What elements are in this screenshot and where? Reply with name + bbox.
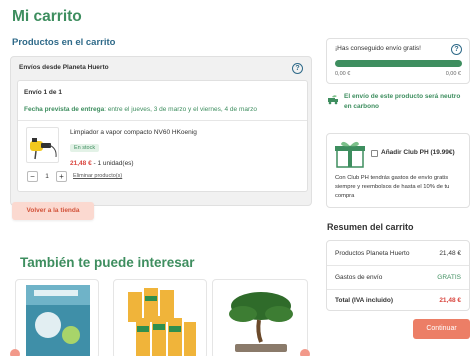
back-to-store-button[interactable]: Volver a la tienda	[12, 202, 94, 220]
free-shipping-box: ¡Has conseguido envío gratis! ? 0,00 € 0…	[326, 38, 470, 84]
help-icon[interactable]: ?	[451, 44, 462, 55]
progress-max-label: 0,00 €	[445, 71, 461, 77]
continue-button[interactable]: Continuar	[413, 319, 470, 339]
club-ph-checkbox[interactable]	[371, 150, 378, 157]
carbon-neutral-note: El envío de este producto será neutro en…	[344, 93, 461, 110]
decrease-button[interactable]: −	[27, 170, 38, 182]
increase-button[interactable]: +	[56, 170, 67, 182]
shipping-from-label: Envíos desde Planeta Huerto	[19, 64, 109, 71]
natracare-pack-image	[26, 285, 90, 356]
remove-product-link[interactable]: Eliminar producto(s)	[73, 173, 122, 179]
carousel-next-button[interactable]	[300, 349, 310, 356]
product-price-line: 21,48 € - 1 unidad(es)	[70, 160, 134, 167]
carousel-prev-button[interactable]	[10, 349, 20, 356]
recommendations-title: También te puede interesar	[20, 255, 195, 270]
quantity-stepper: − 1 + Eliminar producto(s)	[27, 170, 122, 182]
shipment-card: Envío 1 de 1 Fecha prevista de entrega: …	[17, 80, 308, 192]
cart-summary-box: Productos Planeta Huerto 21,48 € Gastos …	[326, 240, 470, 311]
gift-box-icon	[335, 141, 365, 168]
divider	[18, 120, 307, 121]
product-card[interactable]	[15, 279, 99, 356]
summary-row-total: Total (IVA incluido) 21,48 €	[335, 297, 461, 304]
delivery-date: Fecha prevista de entrega: entre el juev…	[24, 106, 258, 113]
page-title: Mi carrito	[12, 8, 82, 25]
club-ph-title[interactable]: Añadir Club PH (19.99€)	[381, 149, 455, 156]
avena-drinks-image	[128, 288, 196, 356]
help-icon[interactable]: ?	[292, 63, 303, 74]
club-ph-description: Con Club PH tendrás gastos de envío grat…	[335, 175, 450, 199]
quantity-value[interactable]: 1	[38, 173, 56, 180]
summary-row-products: Productos Planeta Huerto 21,48 €	[335, 250, 461, 257]
cart-summary-title: Resumen del carrito	[327, 222, 414, 232]
product-name[interactable]: Limpiador a vapor compacto NV60 HKoenig	[70, 129, 197, 136]
shipment-label: Envío 1 de 1	[24, 89, 62, 96]
progress-min-label: 0,00 €	[335, 71, 351, 77]
summary-row-shipping: Gastos de envío GRATIS	[335, 274, 461, 281]
product-card[interactable]	[113, 279, 207, 356]
shipment-panel: Envíos desde Planeta Huerto ? Envío 1 de…	[10, 56, 312, 206]
divider	[327, 265, 469, 266]
free-shipping-progress-bar	[335, 60, 462, 67]
bonsai-image	[229, 292, 293, 352]
product-thumbnail[interactable]	[26, 127, 59, 163]
cart-subtitle: Productos en el carrito	[12, 37, 116, 48]
product-card[interactable]	[212, 279, 308, 356]
stock-badge: En stock	[70, 144, 100, 152]
truck-leaf-icon	[328, 95, 338, 105]
divider	[327, 289, 469, 290]
free-shipping-title: ¡Has conseguido envío gratis!	[335, 45, 421, 52]
steam-cleaner-image	[30, 138, 57, 160]
club-ph-box: Añadir Club PH (19.99€) Con Club PH tend…	[326, 133, 470, 208]
